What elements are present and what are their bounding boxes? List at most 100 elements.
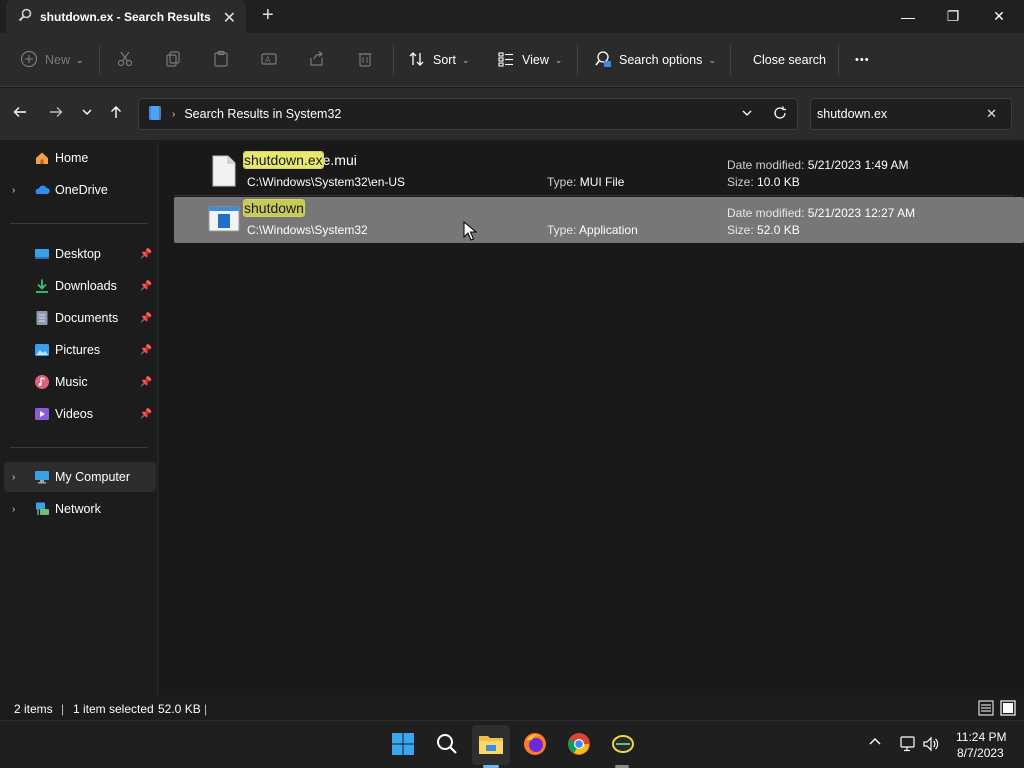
- application-icon: [208, 206, 240, 235]
- item-count: 2 items: [14, 702, 53, 716]
- clear-search-icon[interactable]: ✕: [986, 106, 997, 122]
- pin-icon[interactable]: 📌: [140, 249, 152, 260]
- sidebar-item-desktop[interactable]: Desktop 📌: [4, 239, 156, 269]
- pin-icon[interactable]: 📌: [140, 377, 152, 388]
- maximize-button[interactable]: ❐: [930, 0, 976, 33]
- separator: [730, 45, 731, 75]
- share-icon: [308, 50, 326, 71]
- pin-icon[interactable]: 📌: [140, 409, 152, 420]
- taskbar: 11:24 PM 8/7/2023: [0, 720, 1024, 768]
- close-window-button[interactable]: ✕: [976, 0, 1022, 33]
- taskbar-file-explorer[interactable]: [477, 731, 505, 759]
- sidebar-item-onedrive[interactable]: › OneDrive: [4, 175, 156, 205]
- tab-close-button[interactable]: ✕: [223, 8, 236, 28]
- start-button[interactable]: [389, 731, 417, 759]
- sidebar-item-my-computer[interactable]: › My Computer: [4, 462, 156, 492]
- documents-icon: [34, 310, 50, 326]
- file-size: Size: 10.0 KB: [727, 175, 800, 189]
- share-button[interactable]: [308, 47, 326, 73]
- new-button[interactable]: New ⌄: [20, 47, 84, 73]
- chevron-down-icon: ⌄: [708, 54, 716, 65]
- details-view-icon[interactable]: [978, 700, 994, 719]
- expand-chevron-icon[interactable]: ›: [12, 504, 15, 515]
- cut-button[interactable]: [116, 47, 134, 73]
- search-match: shutdown.ex: [243, 151, 324, 169]
- taskbar-chrome[interactable]: [565, 731, 593, 759]
- forward-button[interactable]: [46, 104, 66, 124]
- sidebar-item-downloads[interactable]: Downloads 📌: [4, 271, 156, 301]
- refresh-icon[interactable]: [773, 106, 787, 123]
- command-bar: New ⌄ A Sort ⌄ View ⌄ Search options ⌄ C…: [0, 33, 1024, 87]
- sidebar-item-pictures[interactable]: Pictures 📌: [4, 335, 156, 365]
- view-label: View: [522, 53, 549, 67]
- sidebar-item-music[interactable]: Music 📌: [4, 367, 156, 397]
- volume-icon[interactable]: [922, 735, 940, 756]
- home-icon: [34, 150, 50, 166]
- copy-button[interactable]: [164, 47, 182, 73]
- up-button[interactable]: [106, 104, 126, 124]
- view-icon: [497, 50, 515, 71]
- taskbar-app[interactable]: [609, 731, 637, 759]
- pin-icon[interactable]: 📌: [140, 281, 152, 292]
- breadcrumb[interactable]: Search Results in System32: [184, 107, 341, 121]
- pin-icon[interactable]: 📌: [140, 345, 152, 356]
- sidebar-item-label: Music: [55, 375, 88, 389]
- taskbar-firefox[interactable]: [521, 731, 549, 759]
- search-box[interactable]: shutdown.ex ✕: [810, 98, 1012, 130]
- delete-button[interactable]: [356, 47, 374, 73]
- network-status-icon[interactable]: [898, 735, 916, 756]
- separator: [99, 45, 100, 75]
- sidebar-item-network[interactable]: › Network: [4, 494, 156, 524]
- address-bar[interactable]: › Search Results in System32: [138, 98, 798, 130]
- tiles-view-icon[interactable]: [1000, 700, 1016, 719]
- pictures-icon: [34, 342, 50, 358]
- more-options-button[interactable]: •••: [855, 47, 870, 73]
- search-input[interactable]: shutdown.ex: [817, 107, 887, 121]
- row-divider: [174, 195, 1014, 196]
- show-hidden-icons-button[interactable]: [868, 735, 882, 752]
- chevron-down-icon: [81, 105, 93, 123]
- copy-icon: [164, 50, 182, 71]
- close-search-button[interactable]: Close search: [753, 47, 826, 73]
- recent-locations-button[interactable]: [77, 104, 97, 124]
- paste-button[interactable]: [212, 47, 230, 73]
- chevron-down-icon: ⌄: [554, 54, 563, 65]
- expand-chevron-icon[interactable]: ›: [12, 472, 15, 483]
- address-dropdown-icon[interactable]: [741, 107, 753, 122]
- sidebar-item-home[interactable]: Home: [4, 143, 156, 173]
- clock-date[interactable]: 8/7/2023: [957, 746, 1004, 760]
- paste-icon: [212, 50, 230, 71]
- sidebar-item-label: OneDrive: [55, 183, 108, 197]
- new-tab-button[interactable]: +: [262, 4, 274, 27]
- sort-button[interactable]: Sort ⌄: [408, 47, 469, 73]
- sidebar-item-videos[interactable]: Videos 📌: [4, 399, 156, 429]
- mouse-cursor-icon: [463, 220, 478, 244]
- tab-search-results[interactable]: shutdown.ex - Search Results ✕: [6, 0, 246, 33]
- search-icon: [436, 733, 458, 758]
- search-options-button[interactable]: Search options ⌄: [594, 47, 716, 73]
- rename-button[interactable]: A: [260, 47, 278, 73]
- desktop-icon: [34, 246, 50, 262]
- list-item[interactable]: shutdown.exe.mui C:\Windows\System32\en-…: [174, 149, 1024, 195]
- sidebar-item-label: Pictures: [55, 343, 101, 357]
- view-button[interactable]: View ⌄: [497, 47, 562, 73]
- back-button[interactable]: [10, 104, 30, 124]
- pin-icon[interactable]: 📌: [140, 313, 152, 324]
- svg-text:A: A: [265, 55, 271, 64]
- selection-size: 52.0 KB: [158, 702, 201, 716]
- expand-chevron-icon[interactable]: ›: [12, 185, 15, 196]
- sidebar-item-label: Documents: [55, 311, 119, 325]
- more-icon: •••: [855, 54, 870, 66]
- onedrive-icon: [34, 182, 50, 198]
- taskbar-search-button[interactable]: [433, 731, 461, 759]
- sidebar-item-label: Home: [55, 151, 89, 165]
- list-item[interactable]: shutdown C:\Windows\System32 Type: Appli…: [174, 197, 1024, 243]
- sidebar-item-label: Videos: [55, 407, 93, 421]
- minimize-button[interactable]: —: [885, 0, 931, 33]
- firefox-icon: [523, 732, 547, 759]
- sidebar-item-documents[interactable]: Documents 📌: [4, 303, 156, 333]
- sort-icon: [408, 50, 426, 71]
- clock-time[interactable]: 11:24 PM: [956, 730, 1006, 744]
- selection-count: 1 item selected: [73, 702, 154, 716]
- divider: [10, 447, 148, 448]
